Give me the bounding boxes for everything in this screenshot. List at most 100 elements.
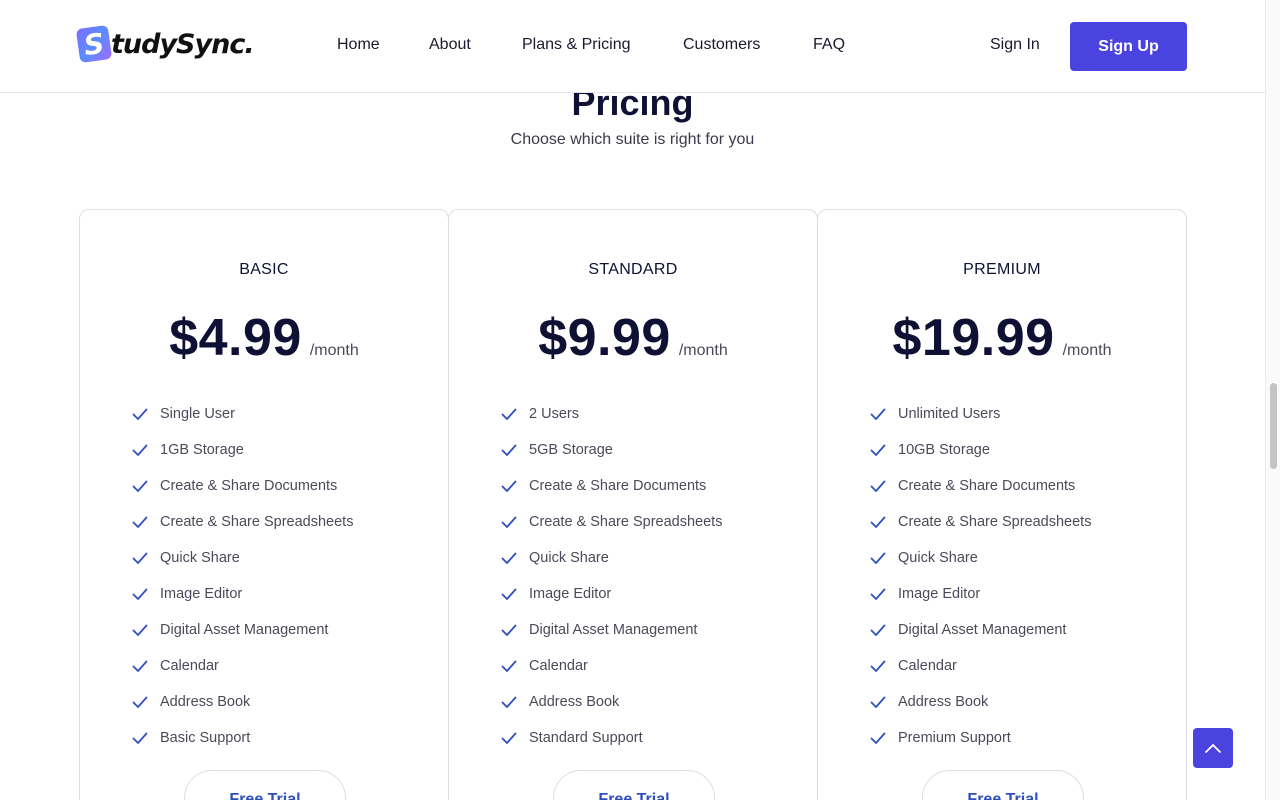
check-icon [501, 696, 517, 708]
feature-item: Quick Share [131, 540, 353, 576]
plan-name: PREMIUM [963, 261, 1041, 278]
check-icon [501, 480, 517, 492]
feature-label: Quick Share [898, 550, 978, 566]
check-icon [132, 660, 148, 672]
plan-period: /month [678, 342, 728, 359]
feature-item: Create & Share Spreadsheets [500, 504, 722, 540]
feature-label: Create & Share Spreadsheets [160, 514, 354, 530]
feature-label: Calendar [160, 658, 219, 674]
feature-item: 1GB Storage [131, 432, 353, 468]
feature-label: 1GB Storage [160, 442, 244, 458]
plan-card-premium: PREMIUM $19.99/month Unlimited Users 10GB S… [817, 209, 1187, 800]
check-icon [132, 696, 148, 708]
nav-faq[interactable]: FAQ [813, 36, 845, 54]
free-trial-button[interactable]: Free Trial [184, 770, 346, 800]
check-icon [132, 552, 148, 564]
feature-item: Digital Asset Management [500, 612, 722, 648]
feature-label: Standard Support [529, 730, 643, 746]
nav-plans-pricing[interactable]: Plans & Pricing [522, 36, 631, 54]
feature-item: Calendar [869, 648, 1091, 684]
check-icon [501, 444, 517, 456]
plan-price: $9.99 [538, 309, 671, 367]
plan-card-basic: BASIC $4.99/month Single User 1GB Storage Cr… [79, 209, 449, 800]
check-icon [132, 732, 148, 744]
free-trial-button[interactable]: Free Trial [553, 770, 715, 800]
feature-item: Create & Share Documents [869, 468, 1091, 504]
feature-label: Create & Share Documents [529, 478, 707, 494]
page-scrollbar[interactable] [1265, 0, 1280, 800]
back-to-top-button[interactable] [1193, 728, 1233, 768]
plan-price: $4.99 [169, 309, 302, 367]
feature-label: Digital Asset Management [898, 622, 1067, 638]
feature-item: Unlimited Users [869, 396, 1091, 432]
check-icon [501, 624, 517, 636]
feature-label: Single User [160, 406, 235, 422]
feature-item: 2 Users [500, 396, 722, 432]
check-icon [501, 516, 517, 528]
check-icon [132, 588, 148, 600]
logo-mark: S [75, 24, 113, 64]
feature-item: Digital Asset Management [869, 612, 1091, 648]
check-icon [870, 552, 886, 564]
check-icon [870, 480, 886, 492]
feature-label: Unlimited Users [898, 406, 1001, 422]
feature-label: Digital Asset Management [160, 622, 329, 638]
free-trial-button[interactable]: Free Trial [922, 770, 1084, 800]
check-icon [870, 696, 886, 708]
check-icon [132, 624, 148, 636]
check-icon [132, 480, 148, 492]
check-icon [501, 732, 517, 744]
nav-customers[interactable]: Customers [683, 36, 760, 54]
feature-item: Create & Share Documents [131, 468, 353, 504]
plan-name: BASIC [239, 261, 289, 278]
feature-item: 5GB Storage [500, 432, 722, 468]
check-icon [870, 660, 886, 672]
feature-item: Single User [131, 396, 353, 432]
feature-label: Calendar [529, 658, 588, 674]
logo-text: tudySync. [111, 28, 255, 60]
feature-label: Calendar [898, 658, 957, 674]
feature-item: Image Editor [131, 576, 353, 612]
sign-in-link[interactable]: Sign In [990, 36, 1040, 54]
check-icon [501, 408, 517, 420]
feature-item: Basic Support [131, 720, 353, 756]
studysync-logo[interactable]: S tudySync. [75, 24, 255, 64]
nav-about[interactable]: About [429, 36, 471, 54]
feature-item: Quick Share [500, 540, 722, 576]
plan-feature-list: Single User 1GB Storage Create & Share Doc… [131, 396, 353, 756]
check-icon [870, 408, 886, 420]
plan-card-standard: STANDARD $9.99/month 2 Users 5GB Storage Cre… [448, 209, 818, 800]
feature-item: Quick Share [869, 540, 1091, 576]
feature-label: Create & Share Spreadsheets [898, 514, 1092, 530]
feature-item: Address Book [131, 684, 353, 720]
feature-item: Calendar [500, 648, 722, 684]
nav-home[interactable]: Home [337, 36, 380, 54]
feature-item: Create & Share Documents [500, 468, 722, 504]
feature-item: Create & Share Spreadsheets [131, 504, 353, 540]
sign-up-button[interactable]: Sign Up [1070, 22, 1187, 71]
feature-label: 10GB Storage [898, 442, 990, 458]
site-header: S tudySync. Home About Plans & Pricing C… [0, 0, 1265, 93]
feature-label: Image Editor [160, 586, 243, 602]
plan-price-row: $9.99/month [449, 308, 817, 368]
plan-price-row: $19.99/month [818, 308, 1186, 368]
plan-period: /month [309, 342, 359, 359]
feature-item: Premium Support [869, 720, 1091, 756]
check-icon [132, 408, 148, 420]
feature-item: Address Book [869, 684, 1091, 720]
check-icon [870, 624, 886, 636]
feature-item: Image Editor [869, 576, 1091, 612]
feature-label: Address Book [529, 694, 620, 710]
feature-label: Quick Share [160, 550, 240, 566]
scrollbar-thumb[interactable] [1270, 383, 1277, 469]
feature-label: Image Editor [529, 586, 612, 602]
feature-label: Basic Support [160, 730, 251, 746]
plan-price: $19.99 [892, 309, 1055, 367]
plan-feature-list: Unlimited Users 10GB Storage Create & Shar… [869, 396, 1091, 756]
check-icon [132, 516, 148, 528]
feature-label: Create & Share Documents [160, 478, 338, 494]
plan-period: /month [1062, 342, 1112, 359]
check-icon [870, 516, 886, 528]
feature-label: Premium Support [898, 730, 1011, 746]
check-icon [501, 660, 517, 672]
